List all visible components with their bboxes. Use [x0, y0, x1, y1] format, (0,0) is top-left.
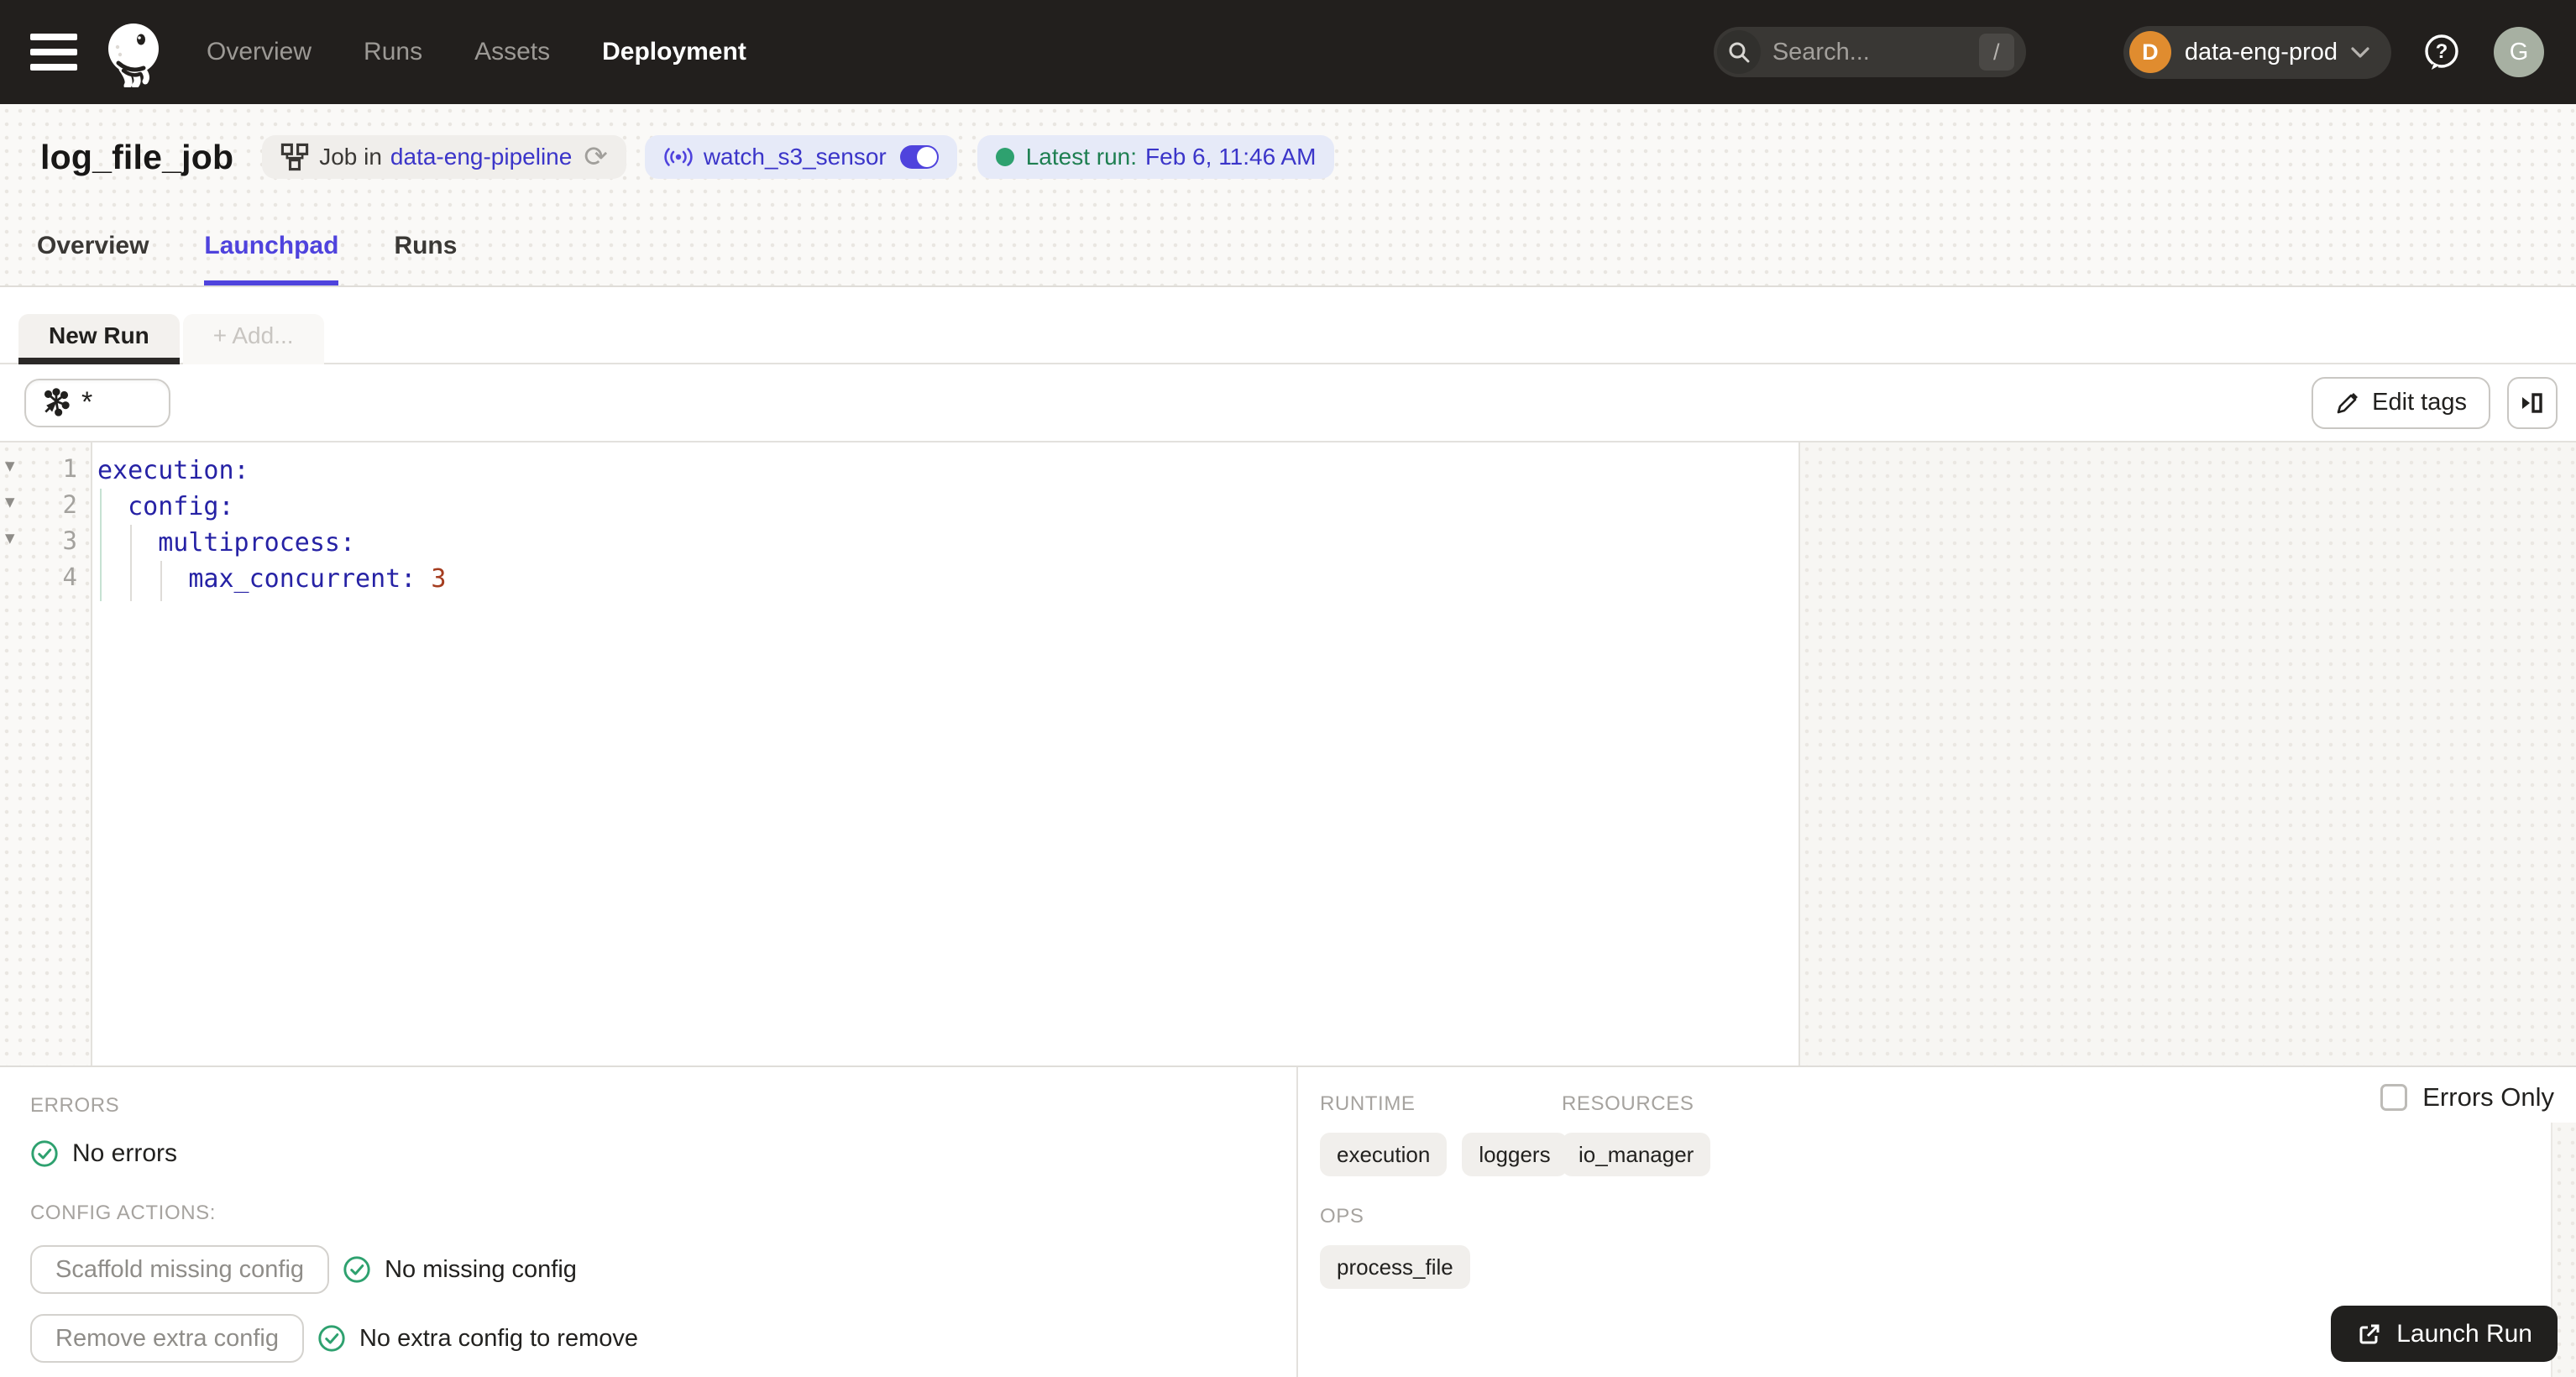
search-input[interactable]: Search... /	[1713, 27, 2026, 77]
edit-tags-label: Edit tags	[2372, 389, 2467, 416]
launchpad-session-tabs: New Run + Add...	[0, 287, 2576, 364]
tab-overview[interactable]: Overview	[37, 232, 149, 285]
avatar[interactable]: G	[2494, 27, 2544, 77]
line-number: 3	[62, 526, 77, 555]
code-line: max_concurrent: 3	[97, 564, 447, 594]
dagster-logo	[108, 24, 159, 87]
fold-arrow[interactable]: ▾	[5, 492, 15, 511]
panel-expand-icon	[2522, 392, 2542, 413]
org-switcher[interactable]: D data-eng-prod	[2123, 25, 2391, 79]
editor-side-panel	[1798, 442, 2576, 1065]
remove-extra-config-button[interactable]: Remove extra config	[30, 1314, 304, 1363]
fold-arrow[interactable]: ▾	[5, 528, 15, 547]
launchpad-bottom-panel: ERRORS No errors CONFIG ACTIONS: Scaffol…	[0, 1065, 2576, 1377]
op-selector-icon	[44, 387, 70, 416]
fold-arrow[interactable]: ▾	[5, 456, 15, 475]
job-origin-pill: Job in data-eng-pipeline ⟳	[262, 135, 626, 179]
sensor-icon	[664, 148, 693, 166]
errors-panel: ERRORS No errors CONFIG ACTIONS: Scaffol…	[0, 1067, 1298, 1377]
code-line: multiprocess:	[97, 528, 356, 558]
latest-run-label: Latest run:	[1025, 144, 1138, 170]
config-editor-split: ▾ 1 ▾ 2 ▾ 3 4 execution: config: multiproce…	[0, 442, 2576, 1065]
nav-assets[interactable]: Assets	[474, 38, 550, 66]
sensor-toggle[interactable]	[899, 145, 939, 169]
code-line: execution:	[97, 456, 249, 485]
ops-section-label: OPS	[1320, 1205, 1364, 1228]
org-badge: D	[2128, 31, 2171, 73]
refresh-icon[interactable]: ⟳	[584, 143, 608, 171]
session-tab-add[interactable]: + Add...	[182, 314, 324, 364]
help-icon[interactable]: ?	[2422, 32, 2462, 72]
op-selector-value: *	[81, 386, 93, 418]
nav-deployment[interactable]: Deployment	[602, 38, 746, 66]
code-line: config:	[97, 492, 234, 521]
check-circle-icon	[318, 1325, 345, 1352]
latest-run-pill: Latest run: Feb 6, 11:46 AM	[976, 135, 1335, 179]
op-selector-input[interactable]: *	[24, 378, 170, 427]
remove-status-text: No extra config to remove	[359, 1324, 639, 1352]
schema-tag[interactable]: io_manager	[1562, 1133, 1711, 1176]
sensor-link[interactable]: watch_s3_sensor	[704, 144, 887, 170]
tab-launchpad[interactable]: Launchpad	[204, 232, 339, 285]
page-title: log_file_job	[40, 137, 234, 176]
schema-tag[interactable]: loggers	[1462, 1133, 1568, 1176]
runtime-section-label: RUNTIME	[1320, 1092, 1416, 1115]
schema-tag[interactable]: process_file	[1320, 1245, 1470, 1289]
page-header: log_file_job Job in data-eng-pipeline ⟳	[0, 104, 2576, 287]
run-status-dot	[995, 148, 1014, 166]
org-name: data-eng-prod	[2184, 38, 2338, 65]
launch-run-button[interactable]: Launch Run	[2331, 1306, 2558, 1362]
yaml-config-editor[interactable]: execution: config: multiprocess: max_con…	[92, 442, 1798, 1065]
errors-only-label: Errors Only	[2422, 1082, 2554, 1112]
edit-tags-button[interactable]: Edit tags	[2312, 376, 2490, 429]
no-errors-text: No errors	[72, 1139, 178, 1167]
main-nav: Overview Runs Assets Deployment	[207, 38, 746, 66]
line-number: 4	[62, 563, 77, 591]
scaffold-status-text: No missing config	[385, 1255, 577, 1283]
errors-section-label: ERRORS	[30, 1094, 120, 1117]
search-placeholder: Search...	[1772, 38, 1870, 65]
line-number: 2	[62, 490, 77, 519]
nav-overview[interactable]: Overview	[207, 38, 312, 66]
nav-runs[interactable]: Runs	[364, 38, 422, 66]
session-tab-new-run[interactable]: New Run	[18, 314, 180, 364]
pencil-icon	[2337, 392, 2359, 413]
svg-text:?: ?	[2436, 40, 2448, 63]
check-circle-icon	[343, 1256, 370, 1283]
resources-section-label: RESOURCES	[1562, 1092, 1694, 1115]
tab-runs[interactable]: Runs	[394, 232, 457, 285]
search-shortcut-badge: /	[1978, 34, 2014, 71]
errors-only-checkbox[interactable]	[2380, 1084, 2408, 1111]
latest-run-link[interactable]: Feb 6, 11:46 AM	[1145, 144, 1316, 170]
launch-icon	[2359, 1324, 2380, 1343]
scaffold-missing-config-button[interactable]: Scaffold missing config	[30, 1245, 330, 1294]
editor-gutter: ▾ 1 ▾ 2 ▾ 3 4	[0, 442, 92, 1065]
config-actions-label: CONFIG ACTIONS:	[30, 1202, 217, 1224]
search-icon	[1716, 30, 1761, 74]
launchpad-toolbar: * Edit tags	[0, 364, 2576, 442]
line-number: 1	[62, 454, 77, 483]
job-origin-prefix: Job in	[319, 144, 382, 170]
sensor-pill: watch_s3_sensor	[644, 135, 957, 179]
launch-run-label: Launch Run	[2396, 1319, 2532, 1348]
workflow-icon	[281, 143, 309, 171]
check-circle-icon	[31, 1140, 58, 1167]
dagster-app: Overview Runs Assets Deployment Search..…	[0, 0, 2576, 1377]
page-tabs: Overview Launchpad Runs	[0, 210, 2576, 287]
config-schema-panel: RUNTIME execution loggers OPS process_fi…	[1298, 1067, 2576, 1377]
errors-only-toggle[interactable]: Errors Only	[2380, 1082, 2554, 1113]
pipeline-link[interactable]: data-eng-pipeline	[390, 144, 572, 170]
expand-panel-button[interactable]	[2507, 376, 2558, 429]
top-nav-bar: Overview Runs Assets Deployment Search..…	[0, 0, 2576, 104]
hamburger-icon[interactable]	[30, 34, 77, 71]
chevron-down-icon	[2351, 47, 2369, 58]
schema-tag[interactable]: execution	[1320, 1133, 1448, 1176]
